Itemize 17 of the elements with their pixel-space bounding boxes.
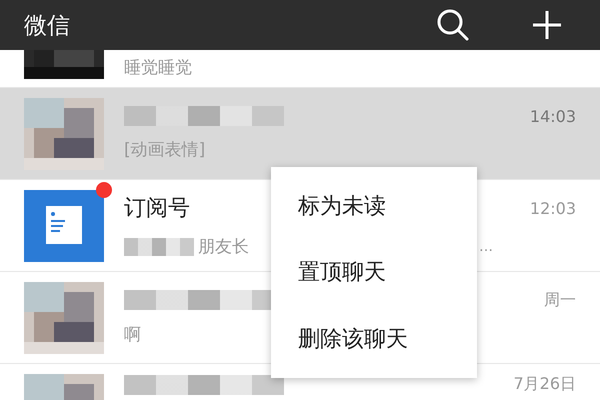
chat-time: 7月26日	[513, 374, 576, 395]
subscription-icon	[24, 190, 104, 262]
chat-preview: 朋友长	[198, 236, 249, 258]
chat-preview: [动画表情]	[124, 139, 206, 161]
chat-name: 订阅号	[124, 195, 190, 223]
preview-ellipsis: …	[479, 238, 493, 254]
search-icon[interactable]	[436, 8, 470, 42]
menu-item[interactable]: 置顶聊天	[271, 257, 477, 288]
chat-preview: 睡觉睡觉	[124, 57, 192, 79]
chat-preview: 啊	[124, 324, 141, 346]
plus-icon[interactable]	[532, 10, 562, 40]
chat-time: 周一	[544, 290, 576, 310]
app-title: 微信	[24, 12, 71, 40]
chat-time: 12:03	[530, 198, 576, 218]
menu-item[interactable]: 标为未读	[271, 191, 477, 222]
chat-time: 14:03	[530, 106, 576, 126]
menu-item[interactable]: 删除该聊天	[271, 324, 477, 354]
